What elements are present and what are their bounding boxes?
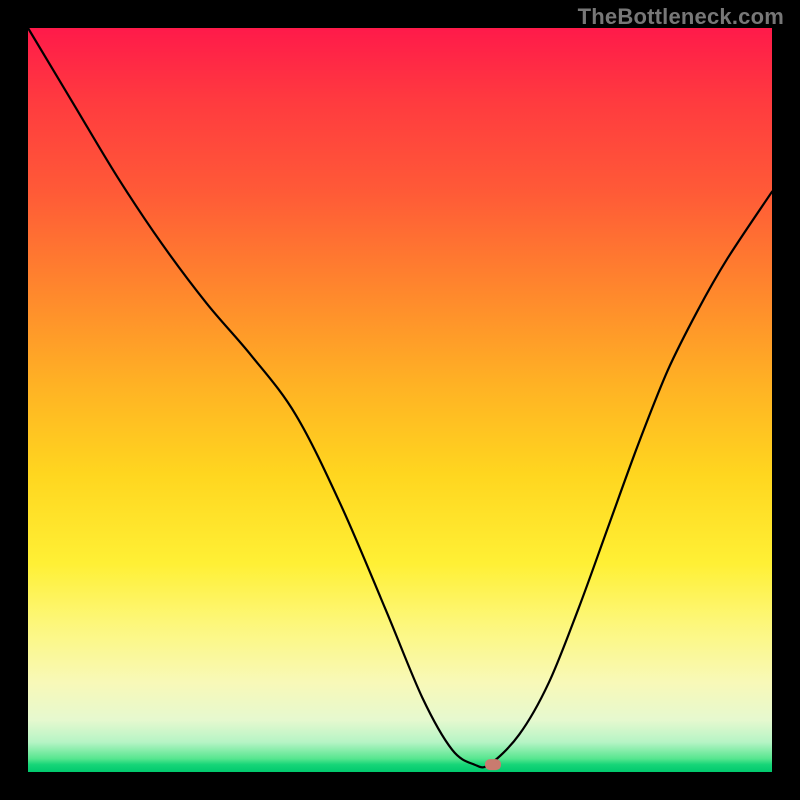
plot-frame xyxy=(0,0,800,800)
chart-container: TheBottleneck.com xyxy=(0,0,800,800)
watermark-text: TheBottleneck.com xyxy=(578,4,784,30)
